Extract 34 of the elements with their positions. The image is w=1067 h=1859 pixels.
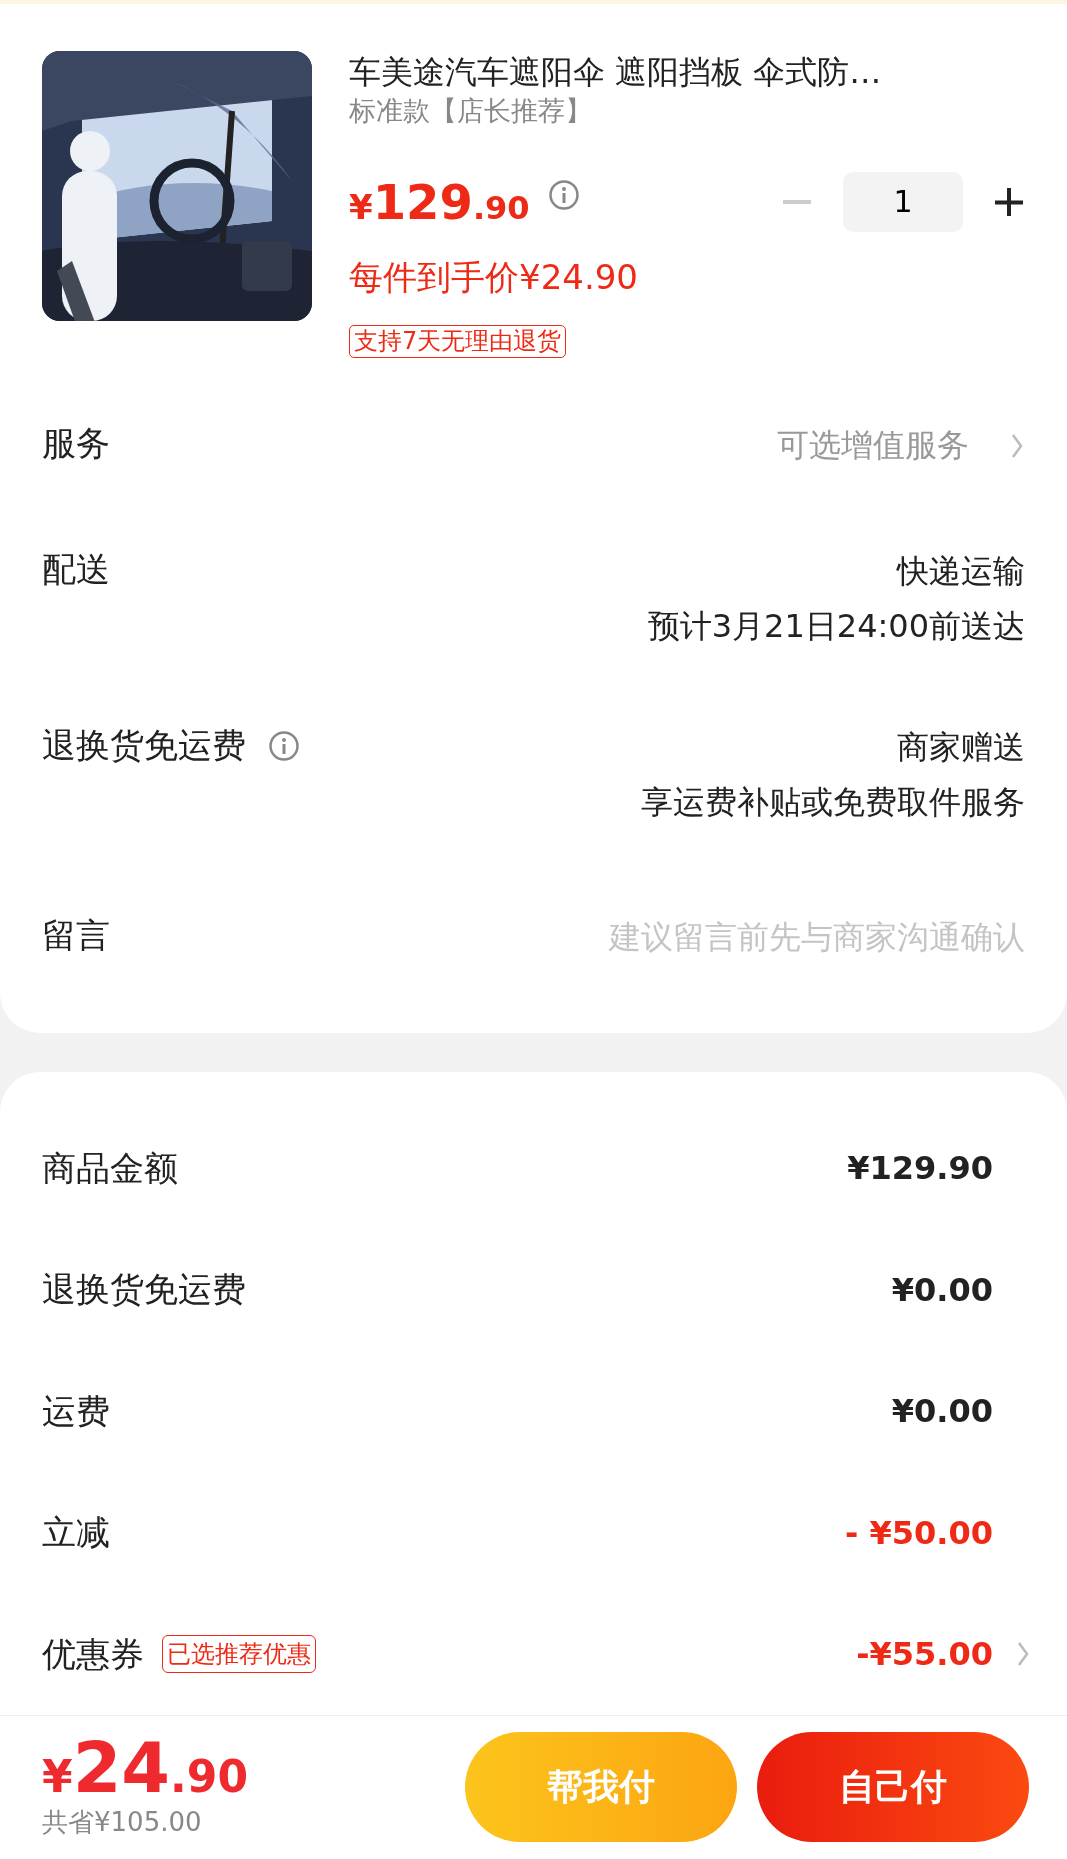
pay-button[interactable]: 自己付 (757, 1732, 1029, 1843)
row-label: 配送 (42, 548, 110, 592)
service-selector[interactable]: 可选增值服务 (777, 418, 1025, 474)
product-spec: 标准款【店长推荐】 (349, 94, 593, 129)
row-value: ¥129.90 (847, 1148, 993, 1190)
total-price: ¥24.90 (42, 1733, 248, 1803)
row-label: 服务 (42, 422, 110, 466)
row-label: 退换货免运费 (42, 724, 246, 768)
row-value: 预计3月21日24:00前送达 (647, 606, 1025, 648)
minus-icon (783, 199, 811, 204)
row-label: 留言 (42, 914, 110, 958)
quantity-field[interactable]: 1 (843, 171, 963, 232)
row-value: - ¥50.00 (845, 1512, 993, 1554)
row-label: 立减 (42, 1511, 110, 1555)
savings-text: 共省¥105.00 (42, 1806, 203, 1839)
message-field[interactable]: 建议留言前先与商家沟通确认 (425, 910, 1025, 966)
unit-price: 每件到手价¥24.90 (349, 255, 639, 299)
row-value: ¥0.00 (891, 1391, 993, 1433)
product-title: 车美途汽车遮阳伞 遮阳挡板 伞式防… (349, 53, 883, 92)
row-label: 商品金额 (42, 1146, 178, 1190)
row-value: 享运费补贴或免费取件服务 (641, 782, 1025, 824)
plus-icon (993, 185, 1025, 218)
row-value: 商家赠送 (896, 727, 1025, 769)
product-price: ¥129.90 (349, 172, 530, 232)
info-icon[interactable] (547, 178, 580, 211)
row-label: 运费 (42, 1389, 110, 1433)
info-icon[interactable] (268, 729, 300, 762)
row-label: 退换货免运费 (42, 1268, 246, 1312)
row-label: 优惠券 (42, 1632, 144, 1676)
return-tag: 支持7天无理由退货 (349, 324, 567, 359)
coupon-tag: 已选推荐优惠 (162, 1635, 316, 1674)
row-value: ¥0.00 (891, 1269, 993, 1311)
row-value: -¥55.00 (856, 1634, 993, 1676)
row-value: 快递运输 (895, 551, 1025, 593)
